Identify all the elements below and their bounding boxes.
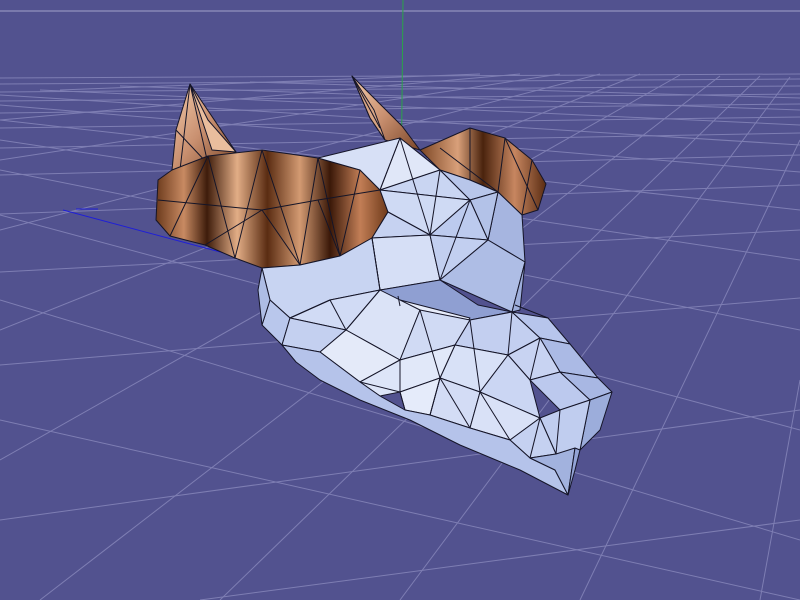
- 3d-viewport[interactable]: [0, 0, 800, 600]
- viewport-canvas[interactable]: [0, 0, 800, 600]
